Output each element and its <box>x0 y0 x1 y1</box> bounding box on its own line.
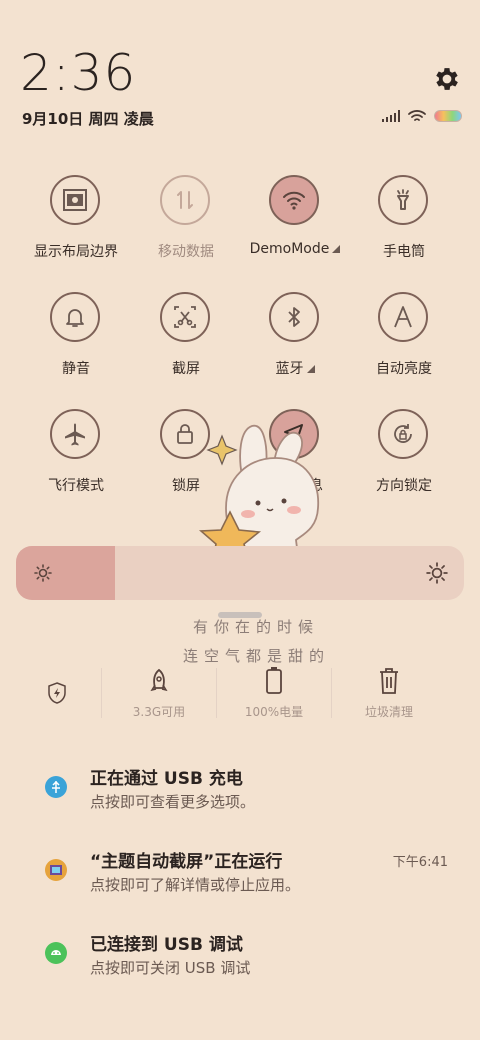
tool-label: 3.3G可用 <box>132 705 186 719</box>
tile-label: 显示布局边界 <box>34 244 118 260</box>
bluetooth-icon <box>269 292 319 342</box>
brightness-low-icon <box>34 564 52 582</box>
expand-arrow-icon <box>306 365 315 373</box>
brightness-slider[interactable] <box>16 546 464 600</box>
clock[interactable]: 2:36 <box>20 44 136 102</box>
wifi-status-icon <box>408 110 426 121</box>
junk-clean-button[interactable]: 垃圾清理 <box>332 660 446 720</box>
signal-icon <box>382 110 400 122</box>
tile-label: 手电筒 <box>383 244 425 260</box>
tile-layout-bounds[interactable]: 显示布局边界 <box>21 175 131 275</box>
battery-icon <box>266 667 282 694</box>
battery-button[interactable]: 100%电量 <box>217 660 331 720</box>
notification-title: 已连接到 USB 调试 <box>90 935 243 955</box>
usb-icon <box>45 776 67 798</box>
power-saving-button[interactable] <box>30 660 86 720</box>
battery-status-icon <box>434 110 462 122</box>
tile-rotation-lock[interactable]: 方向锁定 <box>349 409 459 509</box>
memory-boost-button[interactable]: 3.3G可用 <box>102 660 216 720</box>
flashlight-icon <box>378 175 428 225</box>
notification-time: 下午6:41 <box>392 855 448 870</box>
tool-label: 垃圾清理 <box>364 705 413 719</box>
bell-icon <box>50 292 100 342</box>
wifi-icon <box>269 175 319 225</box>
expand-arrow-icon <box>332 245 341 253</box>
mobile-data-icon <box>160 175 210 225</box>
brightness-high-icon <box>426 562 448 584</box>
layout-bounds-icon <box>50 175 100 225</box>
tile-label: 飞行模式 <box>48 478 104 494</box>
notification-title: 正在通过 USB 充电 <box>90 769 243 789</box>
notification-subtitle: 点按即可查看更多选项。 <box>90 793 256 811</box>
tile-bluetooth[interactable]: 蓝牙 <box>240 292 350 392</box>
tile-flashlight[interactable]: 手电筒 <box>349 175 459 275</box>
notification-theme-screenshot[interactable]: “主题自动截屏”正在运行 下午6:41 点按即可了解详情或停止应用。 <box>0 845 480 925</box>
airplane-icon <box>50 409 100 459</box>
tile-demomode[interactable]: DemoMode <box>240 175 350 275</box>
tile-label: 移动数据 <box>158 244 214 260</box>
tile-label: 自动亮度 <box>376 361 432 377</box>
notification-subtitle: 点按即可关闭 USB 调试 <box>90 959 251 977</box>
settings-gear-icon[interactable] <box>432 64 462 94</box>
tile-mobile-data[interactable]: 移动数据 <box>131 175 241 275</box>
rocket-icon <box>150 668 168 692</box>
notification-usb-charging[interactable]: 正在通过 USB 充电 点按即可查看更多选项。 <box>0 762 480 842</box>
rotation-lock-icon <box>378 409 428 459</box>
tool-label: 100%电量 <box>244 705 304 719</box>
date-label[interactable]: 9月10日 周四 凌晨 <box>22 108 154 129</box>
quick-tools-row: 3.3G可用 100%电量 垃圾清理 <box>0 660 480 720</box>
tile-airplane-mode[interactable]: 飞行模式 <box>21 409 131 509</box>
auto-brightness-icon <box>378 292 428 342</box>
app-icon <box>45 859 67 881</box>
tile-label: 蓝牙 <box>240 358 350 378</box>
tile-mute[interactable]: 静音 <box>21 292 131 392</box>
tile-label: 静音 <box>62 361 90 377</box>
tile-label: 截屏 <box>172 361 200 377</box>
tile-label: DemoMode <box>240 241 350 257</box>
brightness-fill <box>16 546 115 600</box>
tile-auto-brightness[interactable]: 自动亮度 <box>349 292 459 392</box>
screenshot-icon <box>160 292 210 342</box>
decor-text-line1: 有你在的时候 <box>193 618 320 636</box>
trash-icon <box>380 668 398 694</box>
notification-subtitle: 点按即可了解详情或停止应用。 <box>90 876 301 894</box>
status-icons <box>382 109 462 123</box>
android-debug-icon <box>45 942 67 964</box>
notification-usb-debugging[interactable]: 已连接到 USB 调试 点按即可关闭 USB 调试 <box>0 928 480 1008</box>
tile-screenshot[interactable]: 截屏 <box>131 292 241 392</box>
tile-label-text: DemoMode <box>249 241 330 257</box>
tile-label: 方向锁定 <box>376 478 432 494</box>
tile-label-text: 蓝牙 <box>275 361 304 377</box>
notification-title: “主题自动截屏”正在运行 <box>90 852 283 872</box>
power-saving-icon <box>48 682 66 704</box>
